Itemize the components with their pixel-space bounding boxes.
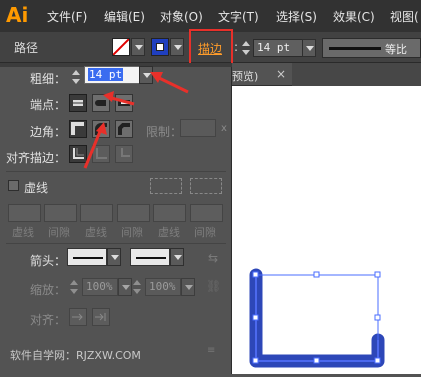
annotation-arrows	[83, 72, 189, 169]
